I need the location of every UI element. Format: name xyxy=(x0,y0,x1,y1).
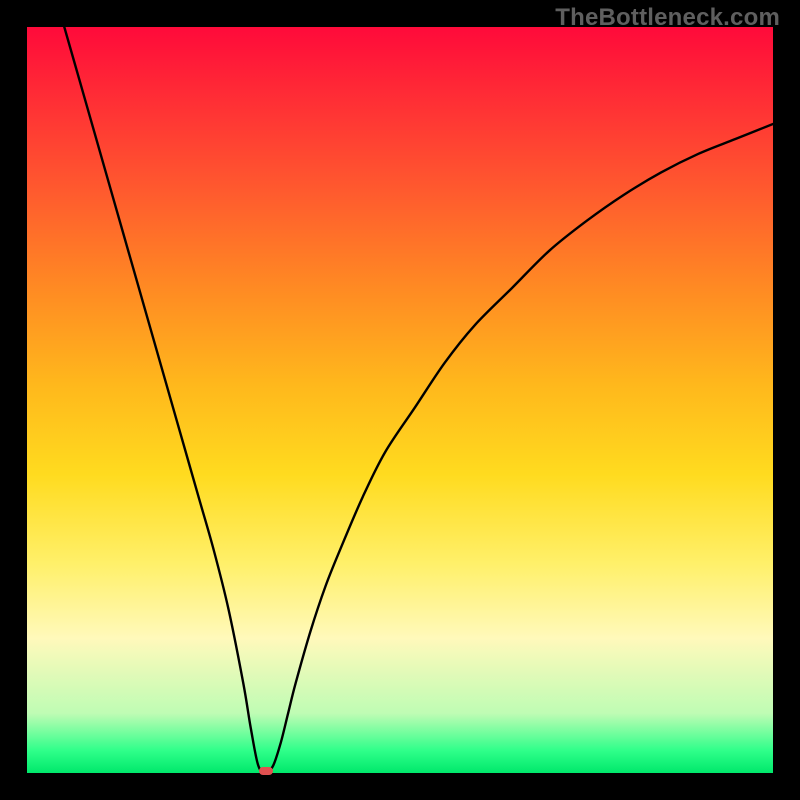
plot-area xyxy=(27,27,773,773)
chart-frame: TheBottleneck.com xyxy=(0,0,800,800)
watermark-text: TheBottleneck.com xyxy=(555,4,780,32)
bottleneck-curve xyxy=(27,27,773,773)
optimal-marker xyxy=(259,767,273,775)
